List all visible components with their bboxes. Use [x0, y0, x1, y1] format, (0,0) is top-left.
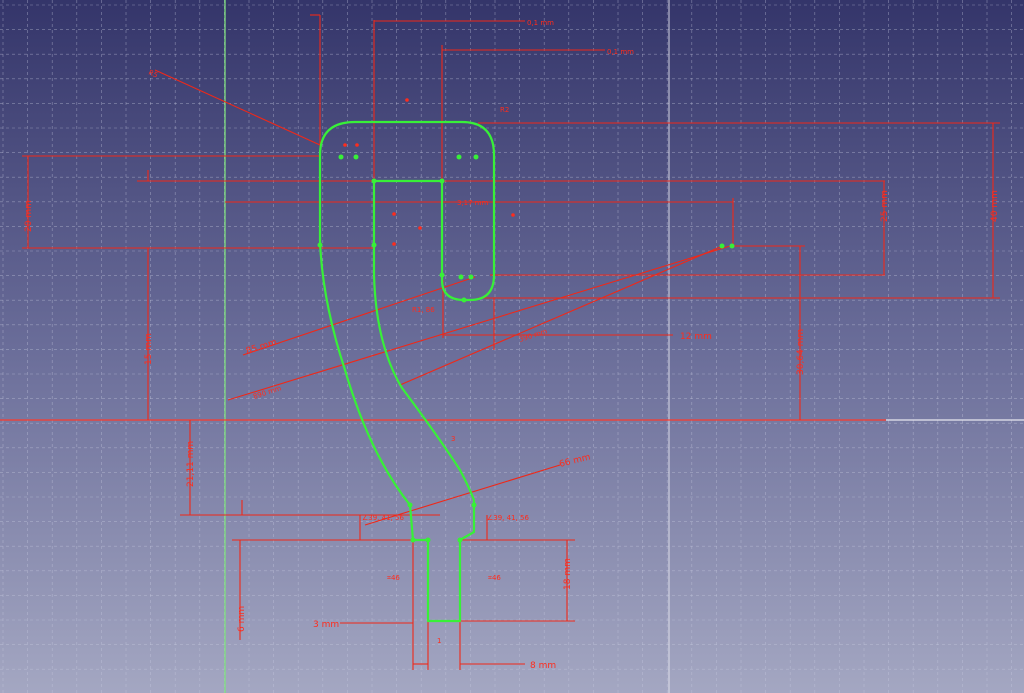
point[interactable] [456, 154, 462, 160]
dimension-label[interactable]: ∠39, 41, 56 [487, 514, 529, 522]
dimension-label[interactable]: 15 mm [144, 333, 154, 365]
dimension-label[interactable]: 25 mm [880, 190, 890, 222]
dimension-label[interactable]: 18 mm [563, 558, 573, 590]
dimension-label[interactable]: R2 [500, 106, 509, 114]
dimension-label[interactable]: 0,1 mm [527, 19, 554, 27]
sketch-canvas[interactable]: 0,1 mm 0,1 mm R5 20 mm 3,17 mm 25 mm 40 … [0, 0, 1024, 693]
point[interactable] [439, 178, 445, 184]
point[interactable] [317, 242, 323, 248]
dimension-label[interactable]: 390 mm [518, 327, 548, 344]
dimension-label[interactable]: 40 mm [990, 190, 1000, 222]
point[interactable] [410, 537, 416, 543]
dimension-label[interactable]: 8 mm [530, 661, 556, 671]
point[interactable] [407, 502, 413, 508]
point[interactable] [468, 274, 474, 280]
dimension-label[interactable]: ∠39, 41, 56 [362, 514, 404, 522]
constraint-label: 3 [451, 435, 455, 443]
dimension-label[interactable]: 6 mm [237, 606, 247, 632]
constraint-label[interactable]: ⌗46 [488, 574, 501, 582]
dimension-label[interactable]: 3,17 mm [457, 199, 489, 207]
point[interactable] [425, 537, 431, 543]
dimension-label[interactable]: 30,64 mm [796, 329, 806, 375]
point[interactable] [471, 502, 477, 508]
dimension-label[interactable]: 85 mm [245, 337, 278, 356]
point[interactable] [353, 154, 359, 160]
dimension-label[interactable]: 0,1 mm [607, 48, 634, 56]
dimension-label[interactable]: R1, 86 [412, 306, 435, 314]
point[interactable] [719, 243, 725, 249]
point[interactable] [729, 243, 735, 249]
dimension-label[interactable]: 3 mm [313, 620, 339, 630]
point[interactable] [439, 272, 445, 278]
point[interactable] [457, 537, 463, 543]
point[interactable] [473, 154, 479, 160]
dimension-label[interactable]: 20 mm [24, 200, 34, 232]
constraint-label[interactable]: ⌗46 [387, 574, 400, 582]
dimension-labels: 0,1 mm 0,1 mm R5 20 mm 3,17 mm 25 mm 40 … [24, 19, 1000, 671]
dimension-label[interactable]: R5 [147, 69, 159, 80]
dimension-label[interactable]: 12 mm [680, 332, 712, 342]
dimension-label[interactable]: 66 mm [558, 453, 591, 470]
point[interactable] [338, 154, 344, 160]
constraint-label: 1 [437, 637, 441, 645]
point[interactable] [371, 178, 377, 184]
dimension-lines [22, 14, 1000, 670]
dimension-label[interactable]: 21,11 mm [186, 441, 196, 487]
sketch-viewport[interactable]: 0,1 mm 0,1 mm R5 20 mm 3,17 mm 25 mm 40 … [0, 0, 1024, 693]
point[interactable] [461, 297, 467, 303]
constraint-markers [343, 98, 515, 246]
point[interactable] [458, 274, 464, 280]
profile-outline[interactable] [318, 120, 496, 623]
point[interactable] [371, 242, 377, 248]
